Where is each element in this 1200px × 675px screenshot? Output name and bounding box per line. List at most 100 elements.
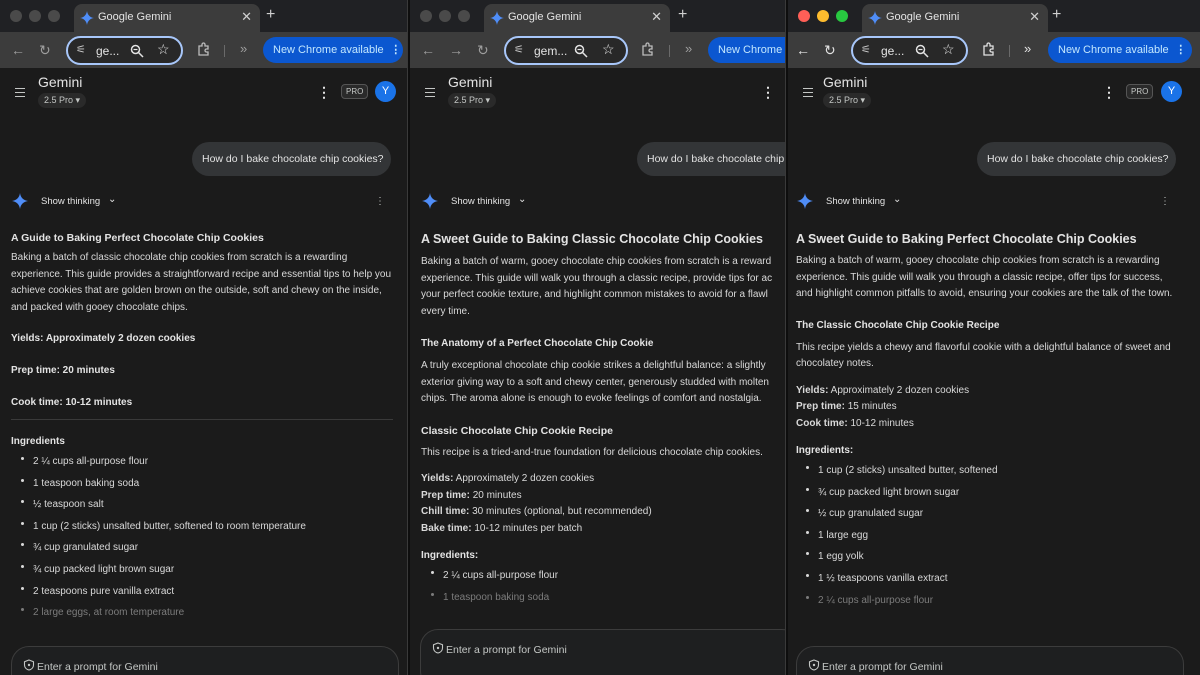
list-item: 2 large eggs, at room temperature	[11, 602, 393, 624]
zoom-window-button[interactable]	[458, 10, 470, 22]
chevron-double-icon[interactable]: »	[685, 41, 692, 56]
anatomy-heading: The Anatomy of a Perfect Chocolate Chip …	[421, 338, 654, 349]
update-label: New Chrome available	[1058, 44, 1169, 56]
prep-line: Prep time: 15 minutes	[796, 399, 1180, 416]
kebab-icon[interactable]: ⋮	[1160, 196, 1170, 207]
divider	[669, 45, 670, 57]
yields-value: Approximately 2 dozen cookies	[830, 384, 970, 396]
kebab-icon[interactable]: ⋮	[1172, 37, 1190, 63]
yields-line: Yields: Approximately 2 dozen cookies	[421, 471, 785, 488]
tune-icon[interactable]: ⚟	[514, 43, 524, 56]
list-item: ¾ cup packed light brown sugar	[796, 482, 1180, 504]
update-chrome-button[interactable]: New Chrome available ⋮	[263, 37, 403, 63]
model-selector[interactable]: 2.5 Pro ▾	[823, 93, 872, 108]
anatomy-line: A truly exceptional chocolate chip cooki…	[421, 360, 766, 371]
reload-icon[interactable]: ↻	[824, 41, 836, 59]
response-intro: Baking a batch of warm, gooey chocolate …	[796, 255, 1173, 299]
menu-icon[interactable]	[425, 88, 435, 97]
chevron-down-icon: ⌄	[893, 194, 902, 205]
star-icon[interactable]: ☆	[602, 41, 615, 58]
prep-label: Prep time:	[796, 401, 845, 412]
response-content: A Sweet Guide to Baking Perfect Chocolat…	[796, 226, 1180, 611]
close-window-button[interactable]	[420, 10, 432, 22]
anatomy-text: A truly exceptional chocolate chip cooki…	[421, 358, 785, 408]
gemini-header: Gemini 2.5 Pro ▾ ⋮	[410, 68, 785, 116]
tune-icon[interactable]: ⚟	[861, 43, 871, 56]
prompt-input[interactable]: Enter a prompt for Gemini	[11, 646, 399, 675]
minimize-window-button[interactable]	[29, 10, 41, 22]
ingredients-heading: Ingredients:	[796, 445, 854, 456]
minimize-window-button[interactable]	[817, 10, 829, 22]
close-icon[interactable]: ✕	[651, 9, 662, 25]
omnibox[interactable]: ⚟ gem... ☆	[504, 36, 628, 65]
tab-gemini[interactable]: Google Gemini ✕	[862, 4, 1048, 32]
menu-icon[interactable]	[15, 88, 25, 97]
close-icon[interactable]: ✕	[1029, 9, 1040, 25]
extensions-icon[interactable]	[196, 41, 212, 57]
reload-icon[interactable]: ↻	[477, 41, 489, 59]
pro-badge: PRO	[341, 84, 369, 99]
traffic-lights	[420, 10, 470, 22]
close-window-button[interactable]	[798, 10, 810, 22]
omnibox[interactable]: ⚟ ge... ☆	[851, 36, 968, 65]
minimize-window-button[interactable]	[439, 10, 451, 22]
anatomy-line: exterior giving way to a soft and chewy …	[421, 376, 769, 388]
back-arrow-icon[interactable]: ←	[421, 41, 435, 59]
zoom-icon[interactable]	[574, 44, 588, 58]
prompt-input[interactable]: Enter a prompt for Gemini	[420, 629, 785, 675]
plus-icon[interactable]: +	[266, 6, 275, 24]
tab-gemini[interactable]: Google Gemini ✕	[484, 4, 670, 32]
avatar[interactable]: Y	[1161, 81, 1182, 102]
cook-value: 10-12 minutes	[850, 417, 914, 429]
menu-icon[interactable]	[803, 88, 813, 97]
gemini-header: Gemini 2.5 Pro ▾ ⋮ PRO Y	[788, 68, 1200, 116]
zoom-icon[interactable]	[915, 44, 929, 58]
star-icon[interactable]: ☆	[157, 41, 170, 58]
toolbar: ← → ↻ ⚟ gem... ☆ » New Chrome	[410, 32, 785, 68]
kebab-icon[interactable]: ⋮	[1102, 84, 1116, 101]
zoom-window-button[interactable]	[836, 10, 848, 22]
model-selector[interactable]: 2.5 Pro ▾	[38, 93, 87, 108]
zoom-icon[interactable]	[130, 44, 144, 58]
chevron-double-icon[interactable]: »	[1024, 41, 1031, 56]
extensions-icon[interactable]	[640, 41, 656, 57]
close-window-button[interactable]	[10, 10, 22, 22]
toolbar: ← ↻ ⚟ ge... ☆ » New Chrome available ⋮	[0, 32, 407, 68]
star-icon[interactable]: ☆	[942, 41, 955, 58]
prompt-placeholder: Enter a prompt for Gemini	[822, 661, 943, 673]
kebab-icon[interactable]: ⋮	[761, 84, 775, 101]
list-item: ¾ cup packed light brown sugar	[11, 559, 393, 581]
chevron-double-icon[interactable]: »	[240, 41, 247, 56]
update-chrome-button[interactable]: New Chrome available ⋮	[1048, 37, 1192, 63]
recipe-heading: The Classic Chocolate Chip Cookie Recipe	[796, 319, 1000, 331]
plus-icon[interactable]: +	[1052, 6, 1061, 24]
prep-line: Prep time: 20 minutes	[11, 365, 115, 376]
list-item: 1 egg yolk	[796, 546, 1180, 568]
prompt-input[interactable]: Enter a prompt for Gemini	[796, 646, 1184, 675]
yields-line: Yields: Approximately 2 dozen cookies	[11, 333, 196, 344]
show-thinking-label: Show thinking	[451, 196, 511, 207]
shield-icon	[808, 659, 820, 671]
omnibox[interactable]: ⚟ ge... ☆	[66, 36, 183, 65]
kebab-icon[interactable]: ⋮	[387, 37, 403, 63]
back-arrow-icon[interactable]: ←	[11, 41, 25, 59]
omnibox-text: gem...	[534, 44, 568, 58]
list-item: 1 ½ teaspoons vanilla extract	[796, 568, 1180, 590]
close-icon[interactable]: ✕	[241, 9, 252, 25]
kebab-icon[interactable]: ⋮	[375, 196, 385, 207]
reload-icon[interactable]: ↻	[39, 41, 51, 59]
plus-icon[interactable]: +	[678, 6, 687, 24]
extensions-icon[interactable]	[981, 41, 997, 57]
back-arrow-icon[interactable]: ←	[796, 41, 810, 59]
forward-arrow-icon[interactable]: →	[449, 41, 463, 59]
model-selector[interactable]: 2.5 Pro ▾	[448, 93, 497, 108]
user-message: How do I bake chocolate chip	[637, 142, 785, 176]
update-chrome-button[interactable]: New Chrome	[708, 37, 785, 63]
zoom-window-button[interactable]	[48, 10, 60, 22]
tune-icon[interactable]: ⚟	[76, 43, 86, 56]
kebab-icon[interactable]: ⋮	[317, 84, 331, 101]
avatar[interactable]: Y	[375, 81, 396, 102]
bake-value: 10-12 minutes per batch	[474, 522, 583, 534]
response-content: A Guide to Baking Perfect Chocolate Chip…	[11, 226, 393, 624]
tab-gemini[interactable]: Google Gemini ✕	[74, 4, 260, 32]
